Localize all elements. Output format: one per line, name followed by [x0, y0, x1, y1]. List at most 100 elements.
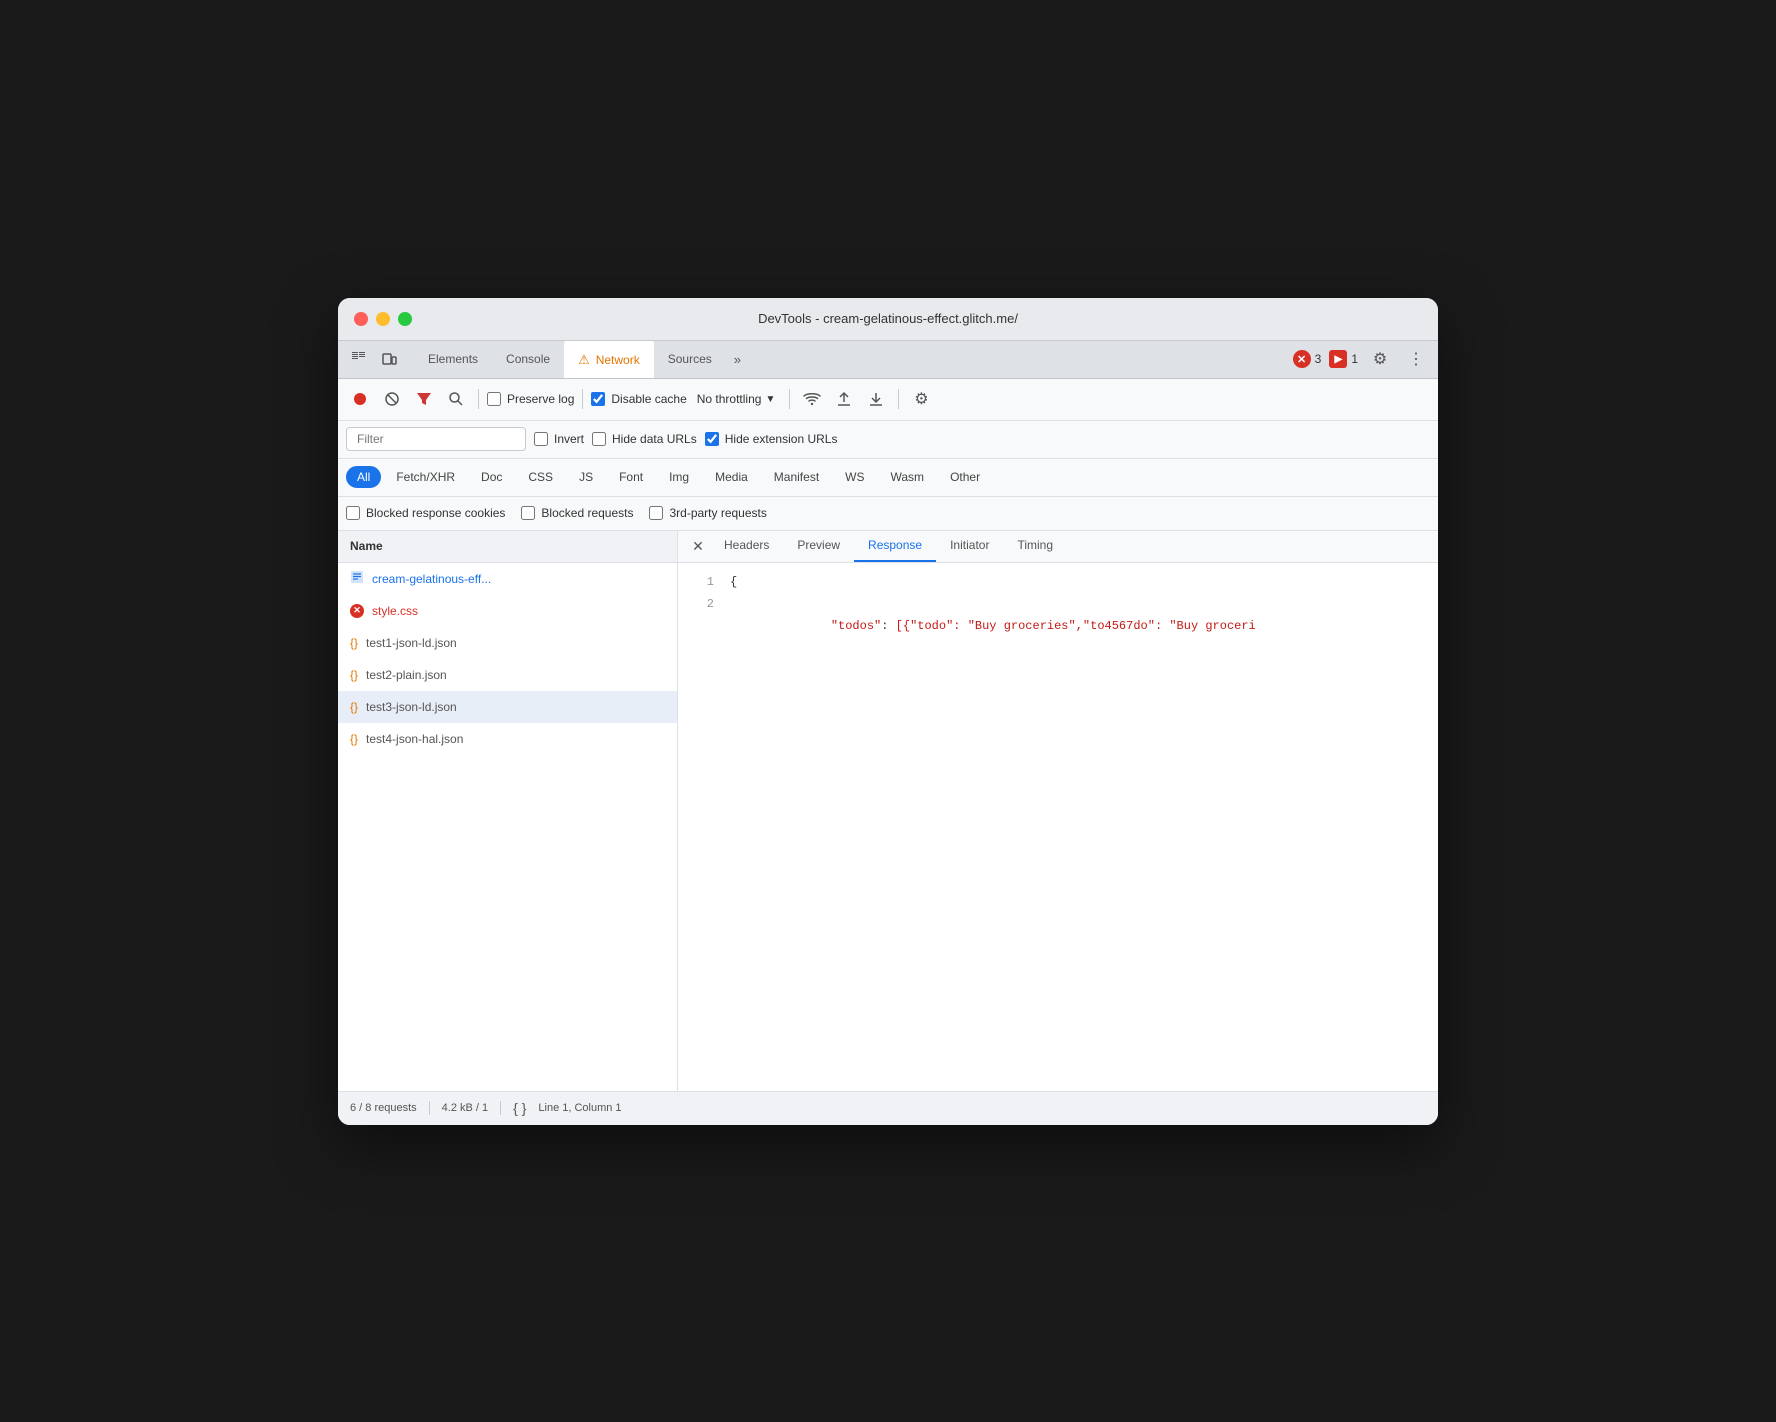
console-tab-label: Console — [506, 352, 550, 366]
close-button[interactable] — [354, 312, 368, 326]
type-btn-wasm-label: Wasm — [891, 470, 925, 484]
clear-button[interactable] — [378, 385, 406, 413]
invert-checkbox[interactable] — [534, 432, 548, 446]
preserve-log-text: Preserve log — [507, 392, 574, 406]
json-icon: {} — [350, 668, 358, 682]
type-btn-ws[interactable]: WS — [834, 466, 875, 488]
third-party-checkbox[interactable] — [649, 506, 663, 520]
download-icon[interactable] — [862, 385, 890, 413]
type-btn-manifest[interactable]: Manifest — [763, 466, 830, 488]
warn-count: 1 — [1351, 352, 1358, 366]
throttle-select[interactable]: No throttling ▼ — [691, 389, 782, 409]
tab-console[interactable]: Console — [492, 340, 564, 378]
type-btn-wasm[interactable]: Wasm — [880, 466, 936, 488]
blocked-cookies-text: Blocked response cookies — [366, 506, 505, 520]
list-item[interactable]: {} test3-json-ld.json — [338, 691, 677, 723]
file-name: style.css — [372, 604, 418, 618]
minimize-button[interactable] — [376, 312, 390, 326]
error-badge: ✕ 3 — [1293, 350, 1322, 368]
list-item[interactable]: cream-gelatinous-eff... — [338, 563, 677, 595]
separator-3 — [789, 389, 790, 409]
maximize-button[interactable] — [398, 312, 412, 326]
response-content: 1 { 2 "todos": [{"todo": "Buy groceries"… — [678, 563, 1438, 1091]
type-btn-img[interactable]: Img — [658, 466, 700, 488]
type-btn-media[interactable]: Media — [704, 466, 759, 488]
json-icon: {} — [350, 700, 358, 714]
detail-tab-preview[interactable]: Preview — [783, 531, 854, 563]
network-tab-label: Network — [596, 353, 640, 367]
disable-cache-label[interactable]: Disable cache — [591, 392, 686, 406]
type-btn-fetch[interactable]: Fetch/XHR — [385, 466, 466, 488]
blocked-requests-text: Blocked requests — [541, 506, 633, 520]
type-btn-all[interactable]: All — [346, 466, 381, 488]
initiator-tab-label: Initiator — [950, 538, 989, 552]
type-btn-other[interactable]: Other — [939, 466, 991, 488]
devtools-window: DevTools - cream-gelatinous-effect.glitc… — [338, 298, 1438, 1125]
hide-data-checkbox[interactable] — [592, 432, 606, 446]
list-item[interactable]: ✕ style.css — [338, 595, 677, 627]
detail-tab-initiator[interactable]: Initiator — [936, 531, 1003, 563]
blocked-cookies-checkbox[interactable] — [346, 506, 360, 520]
error-icon: ✕ — [1293, 350, 1311, 368]
invert-label[interactable]: Invert — [534, 432, 584, 446]
device-toolbar-icon[interactable] — [376, 346, 402, 372]
preserve-log-checkbox[interactable] — [487, 392, 501, 406]
hide-data-label[interactable]: Hide data URLs — [592, 432, 697, 446]
search-button[interactable] — [442, 385, 470, 413]
tab-overflow-button[interactable]: » — [726, 348, 749, 371]
type-btn-font-label: Font — [619, 470, 643, 484]
list-item[interactable]: {} test1-json-ld.json — [338, 627, 677, 659]
separator-4 — [898, 389, 899, 409]
hide-data-text: Hide data URLs — [612, 432, 697, 446]
type-btn-manifest-label: Manifest — [774, 470, 819, 484]
more-menu-icon[interactable]: ⋮ — [1402, 345, 1430, 373]
detail-tab-response[interactable]: Response — [854, 531, 936, 563]
list-item[interactable]: {} test4-json-hal.json — [338, 723, 677, 755]
record-button[interactable] — [346, 385, 374, 413]
preserve-log-label[interactable]: Preserve log — [487, 392, 574, 406]
hide-ext-text: Hide extension URLs — [725, 432, 838, 446]
type-btn-css[interactable]: CSS — [517, 466, 564, 488]
traffic-lights — [354, 312, 412, 326]
tab-sources[interactable]: Sources — [654, 340, 726, 378]
tab-icon-group — [346, 346, 402, 372]
filter-input[interactable] — [346, 427, 526, 451]
type-btn-doc[interactable]: Doc — [470, 466, 513, 488]
main-area: Name cream-gelatinous-eff... ✕ — [338, 531, 1438, 1091]
list-item[interactable]: {} test2-plain.json — [338, 659, 677, 691]
type-btn-font[interactable]: Font — [608, 466, 654, 488]
detail-tab-headers[interactable]: Headers — [710, 531, 783, 563]
requests-count: 6 / 8 requests — [350, 1102, 417, 1114]
upload-icon[interactable] — [830, 385, 858, 413]
filter-button[interactable] — [410, 385, 438, 413]
hide-ext-label[interactable]: Hide extension URLs — [705, 432, 838, 446]
warn-badge: ▶ 1 — [1329, 350, 1358, 368]
file-list: Name cream-gelatinous-eff... ✕ — [338, 531, 678, 1091]
json-value: [{"todo": "Buy groceries","to4567do": "B… — [896, 619, 1256, 633]
wifi-icon[interactable] — [798, 385, 826, 413]
blocked-requests-checkbox[interactable] — [521, 506, 535, 520]
disable-cache-checkbox[interactable] — [591, 392, 605, 406]
third-party-label[interactable]: 3rd-party requests — [649, 506, 766, 520]
network-settings-icon[interactable]: ⚙ — [907, 385, 935, 413]
line-number-1: 1 — [694, 571, 714, 593]
file-name: test1-json-ld.json — [366, 636, 457, 650]
filter-bar: Invert Hide data URLs Hide extension URL… — [338, 421, 1438, 459]
blocked-cookies-label[interactable]: Blocked response cookies — [346, 506, 505, 520]
controls-bar: Preserve log Disable cache No throttling… — [338, 379, 1438, 421]
type-btn-img-label: Img — [669, 470, 689, 484]
blocked-requests-label[interactable]: Blocked requests — [521, 506, 633, 520]
detail-tab-timing[interactable]: Timing — [1003, 531, 1067, 563]
type-btn-js[interactable]: JS — [568, 466, 604, 488]
tab-elements[interactable]: Elements — [414, 340, 492, 378]
tab-network[interactable]: ⚠ Network — [564, 340, 654, 378]
detail-tabs: ✕ Headers Preview Response Initiator Tim… — [678, 531, 1438, 563]
settings-icon[interactable]: ⚙ — [1366, 345, 1394, 373]
devtools-body: Elements Console ⚠ Network Sources » ✕ 3… — [338, 341, 1438, 1125]
detail-close-button[interactable]: ✕ — [686, 534, 710, 558]
response-line-1: 1 { — [694, 571, 1422, 593]
inspect-icon[interactable] — [346, 346, 372, 372]
file-name: test2-plain.json — [366, 668, 447, 682]
hide-ext-checkbox[interactable] — [705, 432, 719, 446]
json-string-val2: "Buy groceri — [1169, 619, 1255, 633]
